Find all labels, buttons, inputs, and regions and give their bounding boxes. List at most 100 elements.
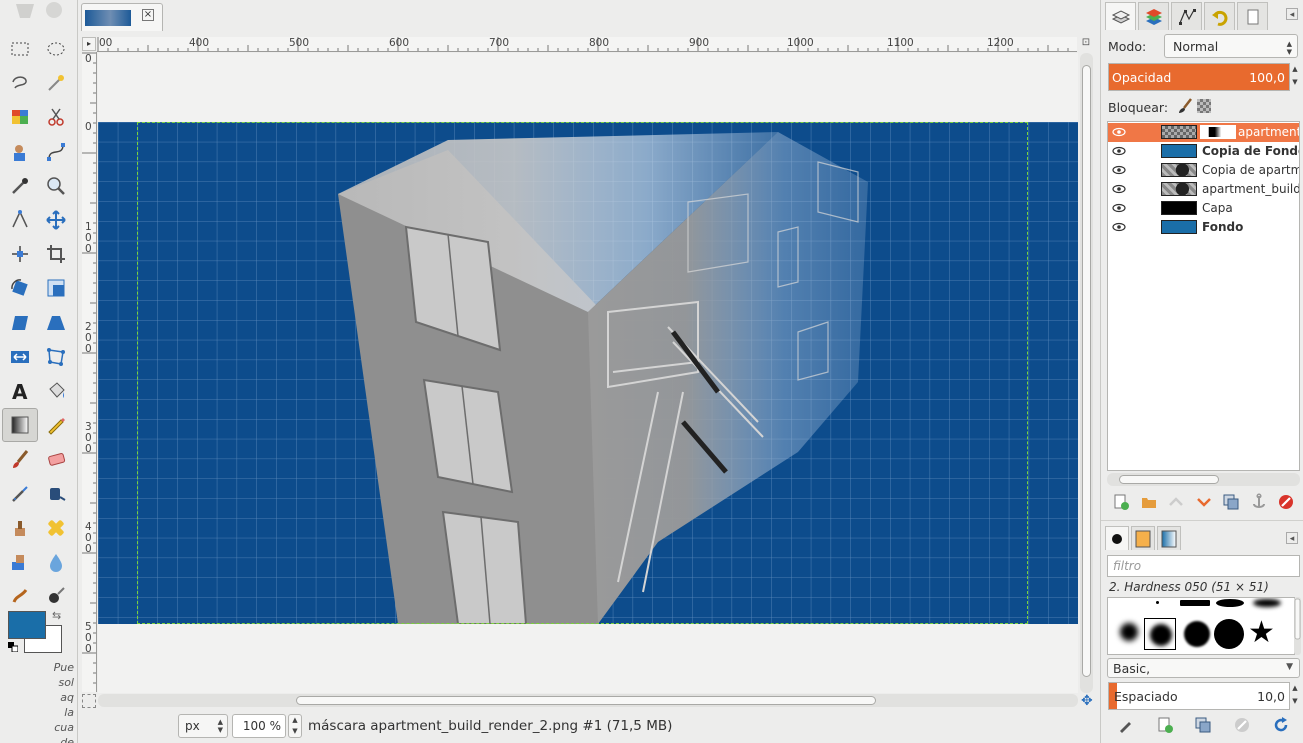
brush-set-select[interactable]: Basic, ▼ [1107, 658, 1300, 678]
layer-mask-thumbnail[interactable] [1200, 125, 1236, 139]
image-tab[interactable]: × [81, 3, 163, 31]
brush-item-selected[interactable] [1144, 618, 1176, 650]
close-icon[interactable]: × [142, 9, 154, 21]
swap-colors-icon[interactable]: ⇆ [52, 609, 61, 622]
delete-layer-button[interactable] [1276, 491, 1296, 513]
layer-name[interactable]: apartment_build_ [1202, 182, 1299, 196]
new-layer-button[interactable] [1111, 491, 1131, 513]
dock-menu-icon[interactable]: ◂ [1286, 8, 1298, 20]
layer-name[interactable]: Copia de Fondo [1202, 144, 1299, 158]
mode-select[interactable]: Normal ▲ ▼ [1164, 34, 1298, 58]
refresh-brushes-button[interactable] [1271, 714, 1291, 736]
cage-transform-tool[interactable] [38, 340, 74, 374]
clone-tool[interactable] [2, 511, 38, 545]
select-by-color-tool[interactable] [2, 100, 38, 134]
unit-select[interactable]: px ▲ ▼ [178, 714, 228, 738]
tab-brushes[interactable] [1105, 526, 1129, 550]
eye-icon[interactable] [1112, 165, 1126, 175]
blur-tool[interactable] [38, 545, 74, 579]
brush-item[interactable] [1156, 601, 1159, 604]
ink-tool[interactable] [38, 476, 74, 510]
layer-row[interactable]: apartment_build_ [1108, 180, 1299, 199]
align-tool[interactable] [2, 237, 38, 271]
lower-layer-button[interactable] [1194, 491, 1214, 513]
foreground-select-tool[interactable] [2, 135, 38, 169]
opacity-spin-icon[interactable]: ▲ ▼ [1290, 63, 1300, 91]
brush-filter-input[interactable]: filtro [1107, 555, 1300, 577]
delete-brush-button[interactable] [1232, 714, 1252, 736]
measure-tool[interactable] [2, 203, 38, 237]
layer-row[interactable]: Copia de apartme [1108, 161, 1299, 180]
airbrush-tool[interactable] [2, 476, 38, 510]
brush-grid[interactable]: ★ [1107, 597, 1295, 655]
perspective-tool[interactable] [38, 306, 74, 340]
opacity-slider[interactable]: Opacidad 100,0 [1108, 63, 1290, 91]
default-colors-icon[interactable] [8, 641, 19, 653]
crop-tool[interactable] [38, 237, 74, 271]
brush-item[interactable] [1214, 619, 1244, 649]
color-picker-tool[interactable] [2, 169, 38, 203]
scroll-thumb[interactable] [1082, 65, 1091, 677]
bucket-fill-tool[interactable] [38, 374, 74, 408]
menu-arrow-icon[interactable]: ▸ [82, 37, 96, 51]
horizontal-scrollbar[interactable] [98, 694, 1078, 707]
tab-paths[interactable] [1171, 2, 1202, 30]
layer-name[interactable]: apartment [1238, 125, 1299, 139]
rotate-tool[interactable] [2, 271, 38, 305]
rect-select-tool[interactable] [2, 32, 38, 66]
brush-item[interactable] [1120, 623, 1138, 641]
duplicate-brush-button[interactable] [1193, 714, 1213, 736]
ellipse-select-tool[interactable] [38, 32, 74, 66]
brush-item[interactable] [1216, 599, 1244, 607]
layer-row[interactable]: apartment [1108, 123, 1299, 142]
raise-layer-button[interactable] [1166, 491, 1186, 513]
tab-gradients[interactable] [1157, 526, 1181, 550]
paths-tool[interactable] [38, 135, 74, 169]
fuzzy-select-tool[interactable] [38, 66, 74, 100]
layer-name[interactable]: Capa [1202, 201, 1233, 215]
lock-alpha-icon[interactable] [1197, 99, 1211, 113]
move-tool[interactable] [38, 203, 74, 237]
scroll-thumb[interactable] [1119, 475, 1219, 484]
vertical-scrollbar[interactable] [1080, 53, 1093, 693]
dock-menu-icon[interactable]: ◂ [1286, 532, 1298, 544]
brush-item[interactable] [1253, 599, 1281, 607]
tab-undo-history[interactable] [1204, 2, 1235, 30]
zoom-input[interactable]: 100 % [232, 714, 286, 738]
canvas[interactable] [98, 53, 1078, 693]
navigate-icon[interactable]: ✥ [1081, 694, 1095, 708]
lock-pixels-icon[interactable] [1177, 98, 1193, 114]
tab-patterns[interactable] [1131, 526, 1155, 550]
scroll-thumb[interactable] [296, 696, 876, 705]
tab-images[interactable] [1237, 2, 1268, 30]
new-brush-button[interactable] [1155, 714, 1175, 736]
layer-name[interactable]: Fondo [1202, 220, 1243, 234]
spacing-spin-icon[interactable]: ▲ ▼ [1290, 682, 1300, 710]
brush-item[interactable] [1184, 621, 1210, 647]
zoom-spin-icon[interactable]: ▲ ▼ [288, 714, 302, 738]
zoom-to-fit-icon[interactable]: ⊡ [1079, 37, 1093, 51]
perspective-clone-tool[interactable] [2, 545, 38, 579]
quick-mask-toggle[interactable] [82, 694, 96, 708]
paintbrush-tool[interactable] [2, 442, 38, 476]
brush-item[interactable] [1180, 600, 1210, 606]
layers-horizontal-scrollbar[interactable] [1107, 473, 1300, 486]
eraser-tool[interactable] [38, 442, 74, 476]
free-select-tool[interactable] [2, 66, 38, 100]
star-icon[interactable]: ★ [1248, 618, 1278, 648]
shear-tool[interactable] [2, 306, 38, 340]
eye-icon[interactable] [1112, 127, 1126, 137]
spacing-slider[interactable]: Espaciado 10,0 [1108, 682, 1290, 710]
tab-channels[interactable] [1138, 2, 1169, 30]
blend-tool[interactable] [2, 408, 38, 443]
smudge-tool[interactable] [2, 579, 38, 613]
scale-tool[interactable] [38, 271, 74, 305]
tab-layers[interactable] [1105, 2, 1136, 30]
anchor-layer-button[interactable] [1249, 491, 1269, 513]
text-tool[interactable]: A [2, 374, 38, 408]
eye-icon[interactable] [1112, 203, 1126, 213]
scissors-select-tool[interactable] [38, 100, 74, 134]
duplicate-layer-button[interactable] [1221, 491, 1241, 513]
dock-divider[interactable] [1101, 520, 1303, 524]
eye-icon[interactable] [1112, 146, 1126, 156]
